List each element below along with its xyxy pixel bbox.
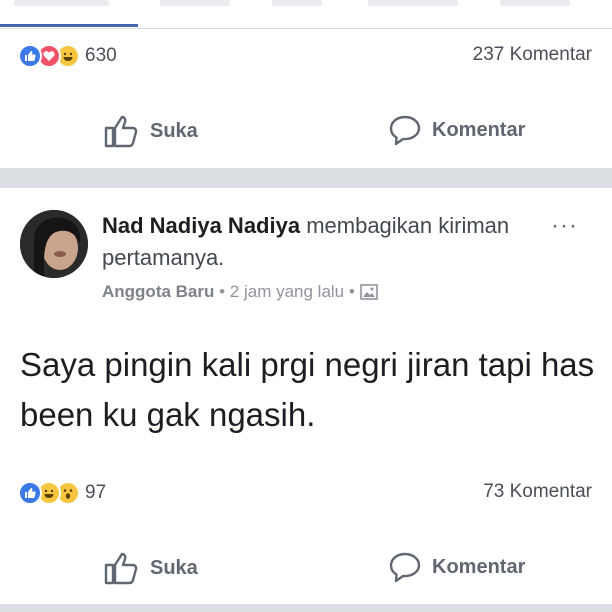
public-photo-icon xyxy=(359,284,378,300)
post-body: Saya pingin kali prgi negri jiran tapi h… xyxy=(20,346,595,433)
thumbs-up-icon xyxy=(104,552,138,585)
meta-dot: • xyxy=(214,282,230,301)
post1-reactions[interactable]: 630 xyxy=(18,42,117,70)
comment-label: Komentar xyxy=(432,118,526,141)
comment-button[interactable]: Komentar xyxy=(388,551,525,583)
feed-separator xyxy=(0,604,612,612)
like-label: Suka xyxy=(150,119,198,142)
active-tab-indicator xyxy=(0,24,138,27)
like-button[interactable]: Suka xyxy=(104,551,198,585)
tab-stub[interactable] xyxy=(500,0,570,6)
comment-bubble-icon xyxy=(389,552,421,583)
comment-button[interactable]: Komentar xyxy=(388,114,525,146)
tab-stub[interactable] xyxy=(272,0,322,6)
comment-bubble-icon xyxy=(389,115,421,146)
meta-dot: • xyxy=(344,282,360,301)
like-icon xyxy=(18,44,42,68)
feed-separator xyxy=(0,168,612,188)
like-label: Suka xyxy=(150,556,198,579)
comment-count[interactable]: 73 Komentar xyxy=(483,481,592,503)
timestamp[interactable]: 2 jam yang lalu xyxy=(230,282,344,302)
thumbs-up-icon xyxy=(104,115,138,148)
group-badge[interactable]: Anggota Baru xyxy=(102,282,214,302)
tab-stub[interactable] xyxy=(14,0,109,6)
more-options-icon[interactable]: ··· xyxy=(551,212,578,240)
top-tab-bar xyxy=(0,0,612,29)
author-name[interactable]: Nad Nadiya Nadiya xyxy=(102,213,300,238)
post2-reactions[interactable]: 97 xyxy=(18,479,106,507)
comment-count[interactable]: 237 Komentar xyxy=(473,44,592,66)
post-header: Nad Nadiya Nadiya membagikan kiriman per… xyxy=(102,210,532,274)
reaction-count[interactable]: 630 xyxy=(85,45,117,67)
tab-stub[interactable] xyxy=(160,0,230,6)
reaction-count[interactable]: 97 xyxy=(85,482,106,504)
like-icon xyxy=(18,481,42,505)
post-meta: Anggota Baru • 2 jam yang lalu • xyxy=(102,282,378,302)
tab-stub[interactable] xyxy=(368,0,458,6)
like-button[interactable]: Suka xyxy=(104,114,198,148)
avatar[interactable] xyxy=(20,210,88,278)
comment-label: Komentar xyxy=(432,555,526,578)
